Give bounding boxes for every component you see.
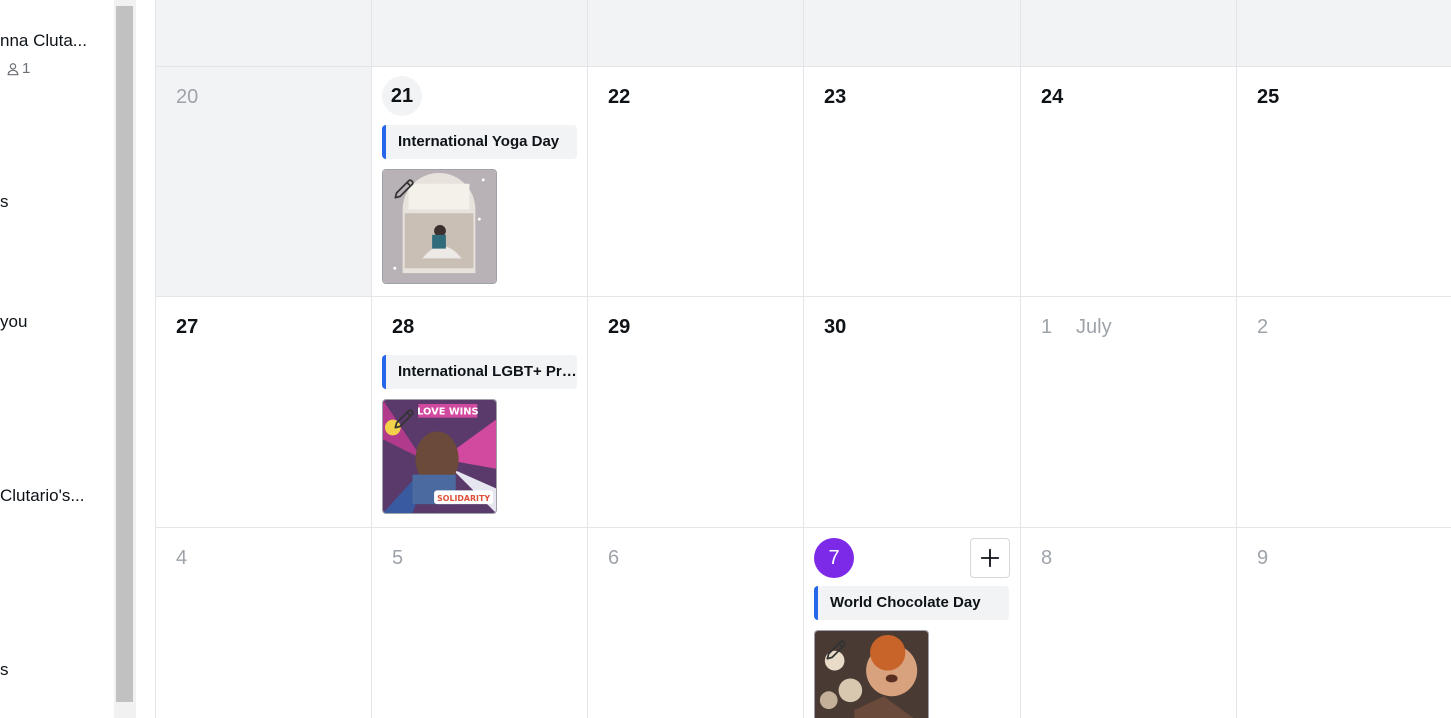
thumb-badge-text: SOLIDARITY bbox=[437, 494, 490, 503]
thumb-badge-text: LOVE WINS bbox=[417, 407, 478, 418]
day-cell[interactable]: 9 bbox=[1236, 528, 1451, 718]
calendar-header-cell bbox=[1020, 0, 1236, 67]
day-cell[interactable]: 23 bbox=[803, 67, 1020, 297]
day-number: 20 bbox=[176, 86, 199, 108]
pencil-icon bbox=[394, 409, 414, 429]
sidebar-member-count: 1 bbox=[6, 60, 30, 77]
day-cell[interactable]: 5 bbox=[371, 528, 587, 718]
day-number: 8 bbox=[1041, 547, 1053, 569]
design-thumbnail[interactable]: LOVE WINS SOLIDARITY bbox=[382, 399, 497, 514]
plus-icon bbox=[980, 548, 1000, 568]
day-number: 4 bbox=[176, 547, 188, 569]
day-cell-today[interactable]: 7 World Chocolate Day bbox=[803, 528, 1020, 718]
day-cell[interactable]: 28 International LGBT+ Pride Day LOVE WI… bbox=[371, 297, 587, 528]
pencil-icon bbox=[394, 179, 414, 199]
day-cell[interactable]: 30 bbox=[803, 297, 1020, 528]
day-number: 28 bbox=[392, 316, 415, 338]
calendar-header-cell bbox=[803, 0, 1020, 67]
day-cell[interactable]: 29 bbox=[587, 297, 803, 528]
day-number: 27 bbox=[176, 316, 199, 338]
day-number: 2 bbox=[1257, 316, 1269, 338]
design-thumbnail[interactable] bbox=[814, 630, 929, 718]
day-cell[interactable]: 25 bbox=[1236, 67, 1451, 297]
calendar-header-cell bbox=[155, 0, 371, 67]
day-number: 22 bbox=[608, 86, 631, 108]
day-cell[interactable]: 24 bbox=[1020, 67, 1236, 297]
calendar-header-cell bbox=[587, 0, 803, 67]
month-label: July bbox=[1076, 316, 1112, 338]
calendar-header-cell bbox=[1236, 0, 1451, 67]
event-chip[interactable]: World Chocolate Day bbox=[814, 586, 1009, 620]
day-cell[interactable]: 8 bbox=[1020, 528, 1236, 718]
day-cell[interactable]: 22 bbox=[587, 67, 803, 297]
day-cell[interactable]: 21 International Yoga Day bbox=[371, 67, 587, 297]
day-cell[interactable]: 6 bbox=[587, 528, 803, 718]
day-cell[interactable]: 2 bbox=[1236, 297, 1451, 528]
calendar-grid: 20 21 International Yoga Day 22 23 24 25… bbox=[155, 0, 1451, 718]
day-number: 30 bbox=[824, 316, 847, 338]
day-number: 29 bbox=[608, 316, 631, 338]
day-number: 21 bbox=[382, 76, 422, 116]
day-number: 23 bbox=[824, 86, 847, 108]
day-cell[interactable]: 20 bbox=[155, 67, 371, 297]
sidebar-item[interactable]: Clutario's... bbox=[0, 486, 85, 506]
day-number: 25 bbox=[1257, 86, 1280, 108]
day-number: 6 bbox=[608, 547, 620, 569]
sidebar-scrollbar-thumb[interactable] bbox=[116, 6, 133, 702]
event-chip[interactable]: International LGBT+ Pride Day bbox=[382, 355, 577, 389]
day-cell[interactable]: 1 July bbox=[1020, 297, 1236, 528]
sidebar-item[interactable]: s bbox=[0, 192, 9, 212]
pencil-icon bbox=[826, 640, 846, 660]
sidebar-item[interactable]: you bbox=[0, 312, 27, 332]
day-number: 5 bbox=[392, 547, 404, 569]
add-design-button[interactable] bbox=[970, 538, 1010, 578]
event-chip[interactable]: International Yoga Day bbox=[382, 125, 577, 159]
sidebar-team-name[interactable]: nna Cluta... bbox=[0, 31, 87, 51]
user-icon bbox=[7, 62, 19, 75]
day-cell[interactable]: 27 bbox=[155, 297, 371, 528]
calendar-header-cell bbox=[371, 0, 587, 67]
sidebar: nna Cluta... 1 s you Clutario's... s bbox=[0, 0, 114, 718]
design-thumbnail[interactable] bbox=[382, 169, 497, 284]
day-cell[interactable]: 4 bbox=[155, 528, 371, 718]
sidebar-item[interactable]: s bbox=[0, 660, 9, 680]
today-day-number: 7 bbox=[814, 538, 854, 578]
day-number: 9 bbox=[1257, 547, 1269, 569]
member-count: 1 bbox=[22, 60, 31, 77]
day-number: 1 bbox=[1041, 316, 1053, 338]
day-number: 24 bbox=[1041, 86, 1064, 108]
